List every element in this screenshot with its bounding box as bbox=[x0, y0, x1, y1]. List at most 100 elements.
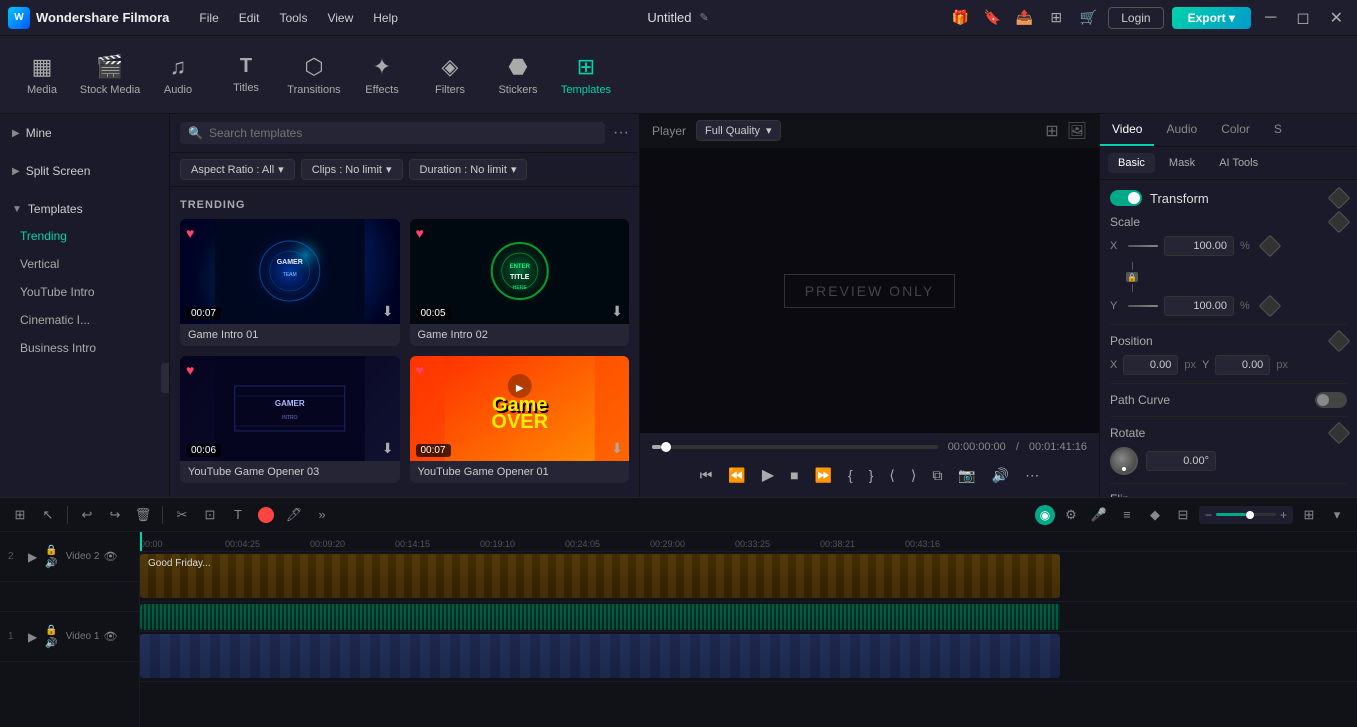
video1-clip[interactable] bbox=[140, 634, 1060, 678]
tool-filters[interactable]: ◈ Filters bbox=[416, 41, 484, 109]
lock-icon[interactable]: 🔒 bbox=[1126, 262, 1138, 292]
tl-more-btn[interactable]: ▾ bbox=[1325, 503, 1349, 527]
title-edit-icon[interactable]: ✎ bbox=[700, 11, 709, 24]
menu-help[interactable]: Help bbox=[363, 7, 408, 29]
close-button[interactable]: ✕ bbox=[1324, 8, 1349, 28]
tl-markers-btn[interactable]: ◆ bbox=[1143, 503, 1167, 527]
menu-edit[interactable]: Edit bbox=[229, 7, 270, 29]
pos-y-input[interactable] bbox=[1215, 355, 1270, 375]
tl-subtitles-btn[interactable]: ≡ bbox=[1115, 503, 1139, 527]
tl-settings-btn[interactable]: ⚙ bbox=[1059, 503, 1083, 527]
undo-button[interactable]: ↩ bbox=[75, 503, 99, 527]
subtab-basic[interactable]: Basic bbox=[1108, 153, 1155, 173]
maximize-button[interactable]: ◻ bbox=[1290, 8, 1315, 28]
template-card-ygame03[interactable]: GAMER INTRO ♥ 00:06 ⬇ YouTube Game Opene… bbox=[180, 356, 400, 483]
more-tl-btn[interactable]: » bbox=[310, 503, 334, 527]
paint-button[interactable]: 🖊 bbox=[282, 503, 306, 527]
transform-toggle[interactable] bbox=[1110, 190, 1142, 206]
delete-button[interactable]: 🗑 bbox=[131, 503, 155, 527]
more-controls-button[interactable]: ⋯ bbox=[1021, 463, 1043, 488]
collapse-panel-button[interactable]: ‹ bbox=[161, 363, 170, 393]
sidebar-item-trending[interactable]: Trending bbox=[0, 222, 169, 250]
tab-color[interactable]: Color bbox=[1209, 114, 1262, 146]
bookmark-icon[interactable]: 🔖 bbox=[980, 6, 1004, 30]
frame-forward-button[interactable]: ⏩ bbox=[811, 463, 836, 488]
mark-in-button[interactable]: { bbox=[844, 463, 857, 487]
export-button[interactable]: Export ▾ bbox=[1172, 7, 1251, 29]
more-options-button[interactable]: ··· bbox=[613, 124, 629, 142]
timeline-tracks-right[interactable]: 00:00 00:04:25 00:09:20 00:14:15 00:19:1… bbox=[140, 532, 1357, 727]
tab-audio[interactable]: Audio bbox=[1154, 114, 1209, 146]
template-card-game-intro-01[interactable]: GAMER TEAM ♥ 00:07 ⬇ Game Intro 01 bbox=[180, 219, 400, 346]
video2-clip[interactable]: Good Friday... bbox=[140, 554, 1060, 598]
position-keyframe-button[interactable] bbox=[1328, 330, 1351, 353]
subtab-ai-tools[interactable]: AI Tools bbox=[1209, 153, 1268, 173]
quality-select[interactable]: Full Quality ▾ bbox=[696, 120, 781, 141]
volume-button[interactable]: 🔊 bbox=[988, 463, 1013, 488]
aspect-ratio-filter[interactable]: Aspect Ratio : All ▾ bbox=[180, 159, 295, 180]
sidebar-item-cinematic[interactable]: Cinematic I... bbox=[0, 306, 169, 334]
menu-view[interactable]: View bbox=[317, 7, 363, 29]
subtab-mask[interactable]: Mask bbox=[1159, 153, 1205, 173]
scale-x-track[interactable] bbox=[1128, 245, 1158, 247]
sidebar-item-youtube-intro[interactable]: YouTube Intro bbox=[0, 278, 169, 306]
tl-mic-btn[interactable]: 🎤 bbox=[1087, 503, 1111, 527]
zoom-minus-btn[interactable]: − bbox=[1205, 508, 1212, 522]
tool-titles[interactable]: T Titles bbox=[212, 41, 280, 109]
login-button[interactable]: Login bbox=[1108, 7, 1163, 29]
track1-audio-icon[interactable]: 🔊 bbox=[45, 638, 57, 649]
crop-button[interactable]: ⊡ bbox=[198, 503, 222, 527]
share-icon[interactable]: 📤 bbox=[1012, 6, 1036, 30]
audio-clip[interactable] bbox=[140, 604, 1060, 630]
download-icon-ygame03[interactable]: ⬇ bbox=[382, 440, 394, 457]
tool-stock-media[interactable]: 🎬 Stock Media bbox=[76, 41, 144, 109]
sidebar-item-vertical[interactable]: Vertical bbox=[0, 250, 169, 278]
sidebar-item-business-intro[interactable]: Business Intro bbox=[0, 334, 169, 362]
color-badge[interactable] bbox=[258, 507, 274, 523]
download-icon-game02[interactable]: ⬇ bbox=[611, 303, 623, 320]
menu-file[interactable]: File bbox=[189, 7, 228, 29]
track1-eye-icon[interactable]: 👁 bbox=[103, 630, 117, 643]
zoom-plus-btn[interactable]: + bbox=[1280, 508, 1287, 522]
stop-button[interactable]: ■ bbox=[786, 463, 802, 487]
tl-grid-btn[interactable]: ⊞ bbox=[1297, 503, 1321, 527]
menu-tools[interactable]: Tools bbox=[269, 7, 317, 29]
tab-s[interactable]: S bbox=[1262, 114, 1294, 146]
prev-marker-button[interactable]: ⟨ bbox=[885, 463, 898, 488]
scale-y-track[interactable] bbox=[1128, 305, 1158, 307]
section-mine-header[interactable]: ▶ Mine bbox=[0, 120, 169, 146]
grid-view-icon[interactable]: ⊞ bbox=[1045, 121, 1058, 141]
download-icon-game01[interactable]: ⬇ bbox=[382, 303, 394, 320]
section-split-header[interactable]: ▶ Split Screen bbox=[0, 158, 169, 184]
progress-bar[interactable] bbox=[652, 445, 938, 449]
mark-out-button[interactable]: } bbox=[865, 463, 878, 487]
pos-x-input[interactable] bbox=[1123, 355, 1178, 375]
grid-icon[interactable]: ⊞ bbox=[1044, 6, 1068, 30]
tool-effects[interactable]: ✦ Effects bbox=[348, 41, 416, 109]
timeline-split-btn[interactable]: ⊞ bbox=[8, 503, 32, 527]
duration-filter[interactable]: Duration : No limit ▾ bbox=[409, 159, 528, 180]
tool-audio[interactable]: ♫ Audio bbox=[144, 41, 212, 109]
rotate-keyframe-button[interactable] bbox=[1328, 422, 1351, 445]
pip-button[interactable]: ⧉ bbox=[928, 463, 946, 488]
transform-keyframe-button[interactable] bbox=[1328, 187, 1351, 210]
timeline-pointer-btn[interactable]: ↖ bbox=[36, 503, 60, 527]
frame-back-button[interactable]: ⏪ bbox=[724, 463, 749, 488]
tl-add-track-btn[interactable]: ◉ bbox=[1035, 505, 1055, 525]
track2-audio-icon[interactable]: 🔊 bbox=[45, 558, 57, 569]
play-button[interactable]: ▶ bbox=[758, 461, 778, 489]
section-templates-header[interactable]: ▼ Templates bbox=[0, 196, 169, 222]
tool-stickers[interactable]: ⬣ Stickers bbox=[484, 41, 552, 109]
next-marker-button[interactable]: ⟩ bbox=[907, 463, 920, 488]
tab-video[interactable]: Video bbox=[1100, 114, 1154, 146]
progress-knob[interactable] bbox=[661, 442, 671, 452]
template-card-ygame01[interactable]: Game OVER ▶ ♥ 00:07 ⬇ YouTube Game Opene… bbox=[410, 356, 630, 483]
gift-icon[interactable]: 🎁 bbox=[948, 6, 972, 30]
tl-snap-btn[interactable]: ⊟ bbox=[1171, 503, 1195, 527]
scale-y-input[interactable] bbox=[1164, 296, 1234, 316]
tool-templates[interactable]: ⊞ Templates bbox=[552, 41, 620, 109]
download-icon-ygame01[interactable]: ⬇ bbox=[611, 440, 623, 457]
cut-button[interactable]: ✂ bbox=[170, 503, 194, 527]
track1-lock-icon[interactable]: 🔒 bbox=[45, 625, 57, 636]
template-card-game-intro-02[interactable]: ENTER TITLE HERE ♥ 00:05 ⬇ Game Intro 02 bbox=[410, 219, 630, 346]
